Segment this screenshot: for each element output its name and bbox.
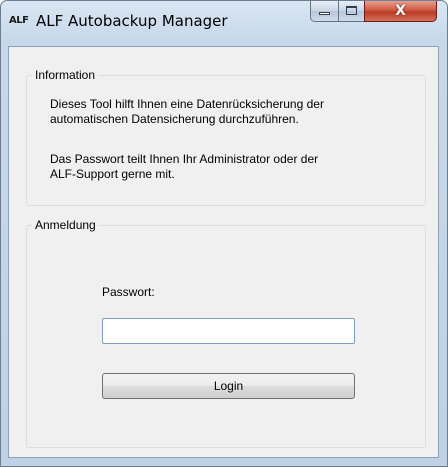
close-icon: X: [395, 3, 406, 19]
information-group-label: Information: [32, 67, 99, 83]
maximize-icon: [346, 6, 357, 15]
maximize-button[interactable]: [338, 1, 364, 22]
login-group-label: Anmeldung: [32, 217, 99, 233]
password-label: Passwort:: [102, 285, 155, 299]
alf-logo-icon: ALF: [9, 15, 29, 26]
close-button[interactable]: X: [364, 1, 437, 22]
password-input[interactable]: [102, 318, 355, 344]
minimize-icon: [319, 12, 330, 15]
info-text-1-line-2: automatischen Datensicherung durchzuführ…: [50, 112, 299, 126]
info-text-2: Das Passwort teilt Ihnen Ihr Administrat…: [50, 152, 318, 182]
caption-buttons: X: [310, 1, 437, 22]
minimize-button[interactable]: [310, 1, 338, 22]
window-title: ALF Autobackup Manager: [36, 12, 228, 30]
title-bar[interactable]: ALF ALF Autobackup Manager X: [1, 1, 447, 47]
info-text-1-line-1: Dieses Tool hilft Ihnen eine Datenrücksi…: [50, 97, 324, 111]
info-text-2-line-2: ALF-Support gerne mit.: [50, 167, 175, 181]
login-button[interactable]: Login: [102, 373, 355, 399]
info-text-1: Dieses Tool hilft Ihnen eine Datenrücksi…: [50, 97, 324, 127]
information-groupbox: Information: [26, 67, 426, 206]
info-text-2-line-1: Das Passwort teilt Ihnen Ihr Administrat…: [50, 152, 319, 166]
